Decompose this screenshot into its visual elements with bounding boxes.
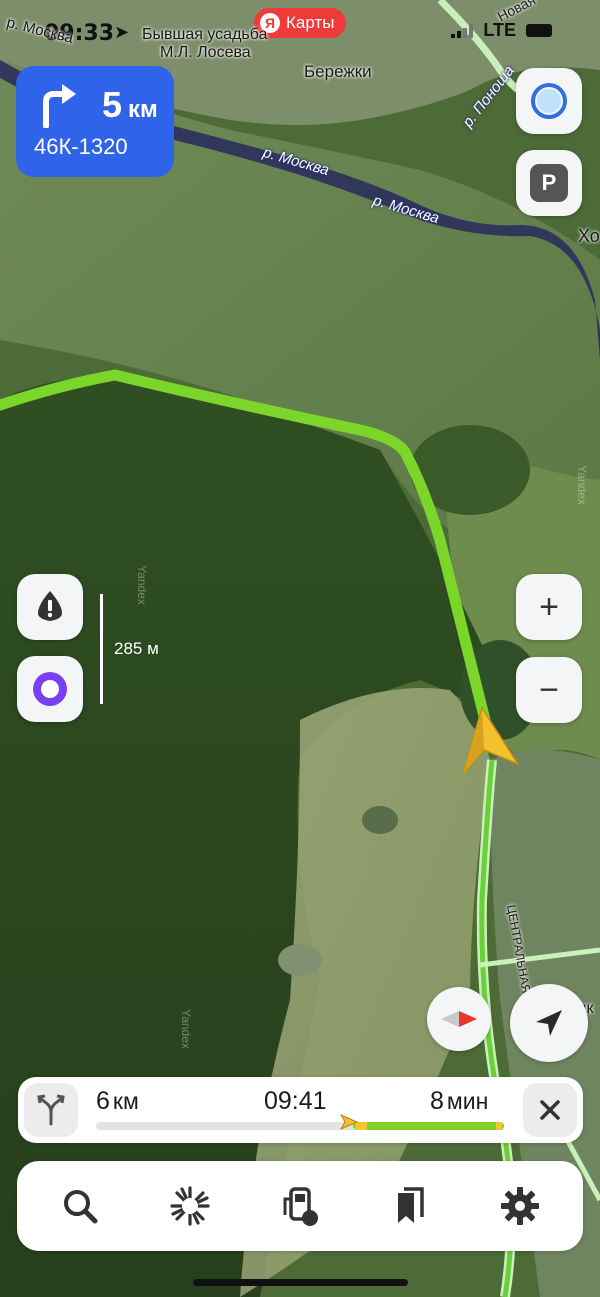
scale-label: 285 м [114, 639, 159, 658]
route-duration: 8 мин [430, 1087, 489, 1115]
road-event-button[interactable] [17, 574, 83, 640]
brand-name: Карты [286, 13, 335, 32]
signal-icon [451, 23, 474, 38]
bottom-toolbar [17, 1161, 583, 1251]
route-position-marker [339, 1113, 359, 1136]
road-event-icon [38, 591, 62, 621]
yandex-maps-badge: Я Карты [254, 8, 347, 38]
alice-icon [531, 83, 567, 119]
compass-button[interactable] [427, 987, 491, 1051]
poi-label: Бывшая усадьба [142, 26, 268, 43]
zoom-out-button[interactable]: − [516, 657, 582, 723]
route-progress-track [96, 1122, 504, 1130]
tab-settings[interactable] [485, 1171, 555, 1241]
gear-icon [501, 1187, 539, 1225]
close-icon [540, 1100, 560, 1120]
zoom-out-label: − [539, 670, 559, 709]
maneuver-card[interactable]: 5 км 46К-1320 [16, 66, 174, 177]
parking-icon: P [530, 164, 568, 202]
poi-label: М.Л. Лосева [160, 44, 251, 61]
search-icon [64, 1190, 98, 1224]
bookmarks-icon [398, 1187, 424, 1223]
home-indicator[interactable] [193, 1279, 408, 1286]
route-eta: 09:41 [264, 1087, 327, 1115]
alice-voice-icon [33, 672, 67, 706]
tab-bookmarks[interactable] [375, 1171, 445, 1241]
zoom-in-label: + [539, 587, 559, 626]
alice-voice-button[interactable] [17, 656, 83, 722]
fuel-icon [283, 1187, 318, 1226]
tab-search[interactable] [45, 1171, 115, 1241]
alternative-routes-button[interactable] [24, 1083, 78, 1137]
place-label-edge: Хо [578, 226, 600, 246]
sparkle-icon [170, 1186, 210, 1226]
watermark: Yandex [178, 1009, 193, 1049]
watermark: Yandex [574, 465, 589, 505]
location-services-icon: ➤ [114, 22, 130, 42]
locate-button[interactable] [510, 984, 588, 1062]
watermark: Yandex [134, 565, 149, 605]
route-traffic-segment [496, 1122, 502, 1130]
maneuver-road: 46К-1320 [34, 134, 128, 159]
tab-discovery[interactable] [155, 1171, 225, 1241]
alice-button[interactable] [516, 68, 582, 134]
parking-button[interactable]: P [516, 150, 582, 216]
close-route-button[interactable] [523, 1083, 577, 1137]
compass-icon [441, 1011, 477, 1027]
battery-icon [526, 24, 552, 37]
tab-fuel[interactable] [265, 1171, 335, 1241]
fork-route-icon [37, 1094, 65, 1126]
route-distance: 6 км [96, 1087, 139, 1115]
route-progress-fill [353, 1122, 504, 1130]
maneuver-distance: 5 км [102, 84, 158, 125]
turn-right-icon [43, 84, 76, 128]
route-panel[interactable]: 6 км 09:41 8 мин [18, 1077, 583, 1143]
scale-bar [100, 594, 103, 704]
village-label: Бережки [304, 62, 372, 81]
carrier-label: LTE [483, 20, 516, 40]
navigation-arrow-icon [536, 1010, 562, 1036]
zoom-in-button[interactable]: + [516, 574, 582, 640]
